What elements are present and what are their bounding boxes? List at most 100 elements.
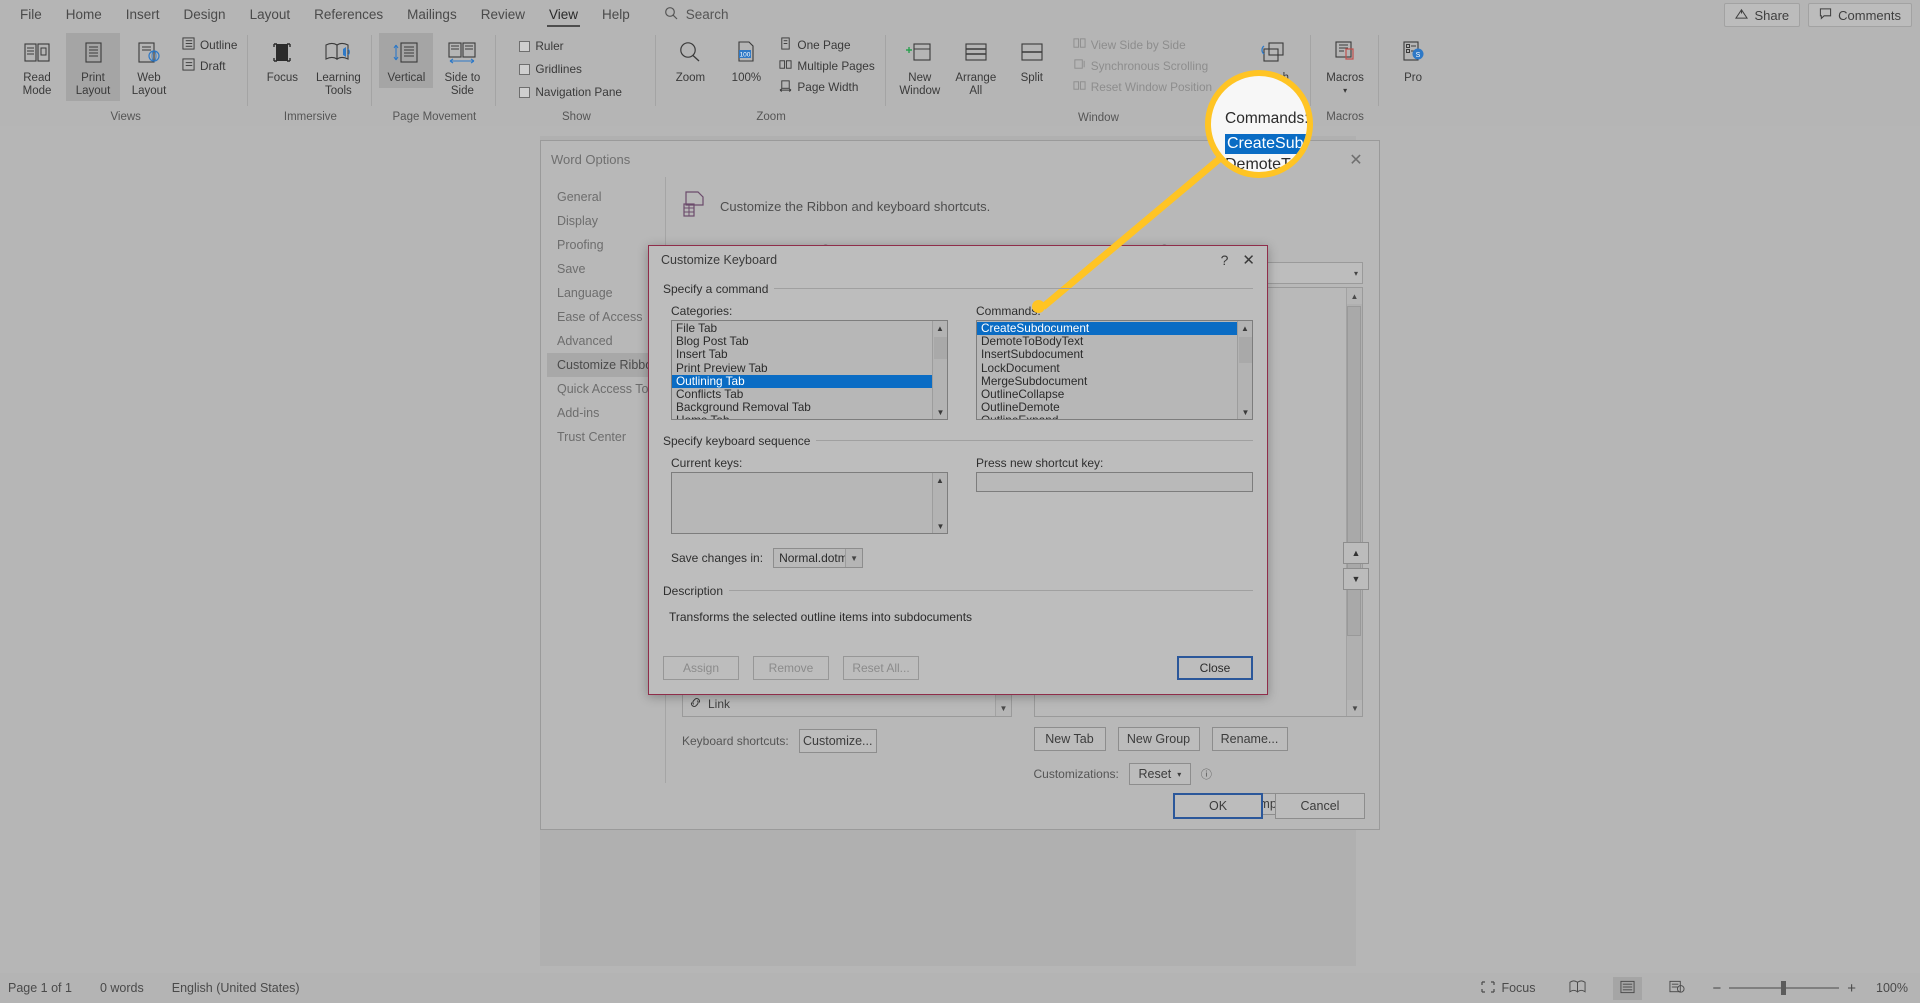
rename-button[interactable]: Rename... <box>1211 727 1288 751</box>
print-layout-button[interactable]: Print Layout <box>66 33 120 101</box>
focus-mode-button[interactable]: Focus <box>1474 978 1542 999</box>
info-icon[interactable]: ⓘ <box>1201 766 1212 782</box>
category-item[interactable]: Home Tab <box>672 414 932 419</box>
scroll-down-icon[interactable]: ▼ <box>933 519 948 533</box>
assign-button[interactable]: Assign <box>663 656 739 680</box>
ruler-checkbox[interactable]: Ruler <box>515 38 626 54</box>
scroll-up-icon[interactable]: ▲ <box>933 321 947 335</box>
navigation-pane-checkbox[interactable]: Navigation Pane <box>515 84 626 100</box>
scroll-down-icon[interactable]: ▼ <box>933 405 947 419</box>
move-up-button[interactable]: ▲ <box>1343 542 1369 564</box>
gridlines-checkbox[interactable]: Gridlines <box>515 61 626 77</box>
ok-button[interactable]: OK <box>1173 793 1263 819</box>
read-mode-view-button[interactable] <box>1562 977 1593 1000</box>
split-button[interactable]: Split <box>1005 33 1059 88</box>
reset-all-button[interactable]: Reset All... <box>843 656 919 680</box>
tab-insert[interactable]: Insert <box>114 3 172 26</box>
new-group-button[interactable]: New Group <box>1117 727 1200 751</box>
current-keys-listbox[interactable]: ▲ ▼ <box>671 472 948 534</box>
nav-item-display[interactable]: Display <box>547 209 665 233</box>
scroll-down-icon[interactable]: ▼ <box>995 700 1011 716</box>
category-item[interactable]: Print Preview Tab <box>672 361 932 375</box>
tab-mailings[interactable]: Mailings <box>395 3 469 26</box>
list-item[interactable]: Link <box>683 694 995 714</box>
side-to-side-button[interactable]: Side to Side <box>435 33 489 101</box>
scroll-up-icon[interactable]: ▲ <box>1238 321 1252 335</box>
word-count[interactable]: 0 words <box>100 981 144 995</box>
page-width-icon <box>779 79 792 95</box>
zoom-100-button[interactable]: 100 100% <box>719 33 773 88</box>
press-new-shortcut-input[interactable] <box>976 472 1253 492</box>
zoom-slider[interactable]: − + <box>1712 980 1856 997</box>
scrollbar-thumb[interactable] <box>1239 337 1252 363</box>
tree-scrollbar[interactable]: ▲ ▼ <box>1346 288 1363 716</box>
web-layout-view-button[interactable] <box>1662 977 1692 1000</box>
chevron-down-icon[interactable]: ▼ <box>845 549 863 567</box>
search-box[interactable]: Search <box>664 6 729 23</box>
view-side-by-side-icon <box>1073 37 1086 53</box>
close-button[interactable]: Close <box>1177 656 1253 680</box>
close-icon[interactable]: ✕ <box>1343 149 1369 171</box>
zoom-level[interactable]: 100% <box>1876 981 1908 995</box>
scroll-down-icon[interactable]: ▼ <box>1238 405 1252 419</box>
zoom-button[interactable]: Zoom <box>663 33 717 88</box>
new-tab-button[interactable]: New Tab <box>1033 727 1106 751</box>
categories-listbox[interactable]: File Tab Blog Post Tab Insert Tab Print … <box>671 320 948 420</box>
language-indicator[interactable]: English (United States) <box>172 981 300 995</box>
tab-layout[interactable]: Layout <box>238 3 303 26</box>
command-item[interactable]: InsertSubdocument <box>977 348 1237 361</box>
word-options-header: Customize the Ribbon and keyboard shortc… <box>682 191 1363 222</box>
share-button[interactable]: Share <box>1724 3 1801 27</box>
save-changes-select[interactable]: Normal.dotm ▼ <box>773 548 864 568</box>
customize-keyboard-button[interactable]: Customize... <box>798 729 877 753</box>
zoom-slider-knob[interactable] <box>1781 981 1787 995</box>
command-item[interactable]: OutlineExpand <box>977 414 1237 419</box>
move-down-button[interactable]: ▼ <box>1343 568 1369 590</box>
cancel-button[interactable]: Cancel <box>1275 793 1365 819</box>
commands-scrollbar[interactable]: ▲ ▼ <box>1237 321 1252 419</box>
print-layout-view-button[interactable] <box>1613 976 1643 1000</box>
zoom-in-icon[interactable]: + <box>1847 980 1856 997</box>
outline-button[interactable]: Outline <box>178 36 241 54</box>
page-count[interactable]: Page 1 of 1 <box>8 981 72 995</box>
scroll-up-icon[interactable]: ▲ <box>1347 288 1362 304</box>
tab-view[interactable]: View <box>537 3 590 27</box>
learning-tools-button[interactable]: Learning Tools <box>311 33 365 101</box>
macros-button[interactable]: Macros ▾ <box>1318 33 1372 99</box>
draft-button[interactable]: Draft <box>178 57 241 75</box>
nav-item-general[interactable]: General <box>547 185 665 209</box>
tab-design[interactable]: Design <box>172 3 238 26</box>
page-width-button[interactable]: Page Width <box>775 78 878 96</box>
scroll-down-icon[interactable]: ▼ <box>1347 700 1363 716</box>
arrange-all-button[interactable]: Arrange All <box>949 33 1003 101</box>
properties-button[interactable]: S Pro <box>1386 33 1440 88</box>
tab-help[interactable]: Help <box>590 3 642 26</box>
category-item[interactable]: Insert Tab <box>672 348 932 361</box>
tab-home[interactable]: Home <box>54 3 114 26</box>
tab-references[interactable]: References <box>302 3 395 26</box>
web-layout-button[interactable]: Web Layout <box>122 33 176 101</box>
tab-file[interactable]: File <box>8 3 54 26</box>
ribbon-group-show: Ruler Gridlines Navigation Pane Show <box>496 29 657 126</box>
new-window-button[interactable]: New Window <box>893 33 947 101</box>
current-keys-scrollbar[interactable]: ▲ ▼ <box>932 473 947 533</box>
vertical-button[interactable]: Vertical <box>379 33 434 88</box>
command-item[interactable]: LockDocument <box>977 361 1237 375</box>
read-mode-button[interactable]: Read Mode <box>10 33 64 101</box>
reset-button[interactable]: Reset ▾ <box>1128 763 1191 785</box>
scrollbar-thumb[interactable] <box>934 337 947 359</box>
scroll-up-icon[interactable]: ▲ <box>933 473 947 487</box>
help-icon[interactable]: ? <box>1221 252 1229 268</box>
multiple-pages-button[interactable]: Multiple Pages <box>775 57 878 75</box>
focus-button[interactable]: Focus <box>255 33 309 88</box>
close-icon[interactable]: ✕ <box>1242 251 1255 269</box>
comments-button[interactable]: Comments <box>1808 3 1912 27</box>
zoom-slider-track[interactable] <box>1729 981 1840 995</box>
categories-scrollbar[interactable]: ▲ ▼ <box>932 321 947 419</box>
one-page-button[interactable]: One Page <box>775 36 878 54</box>
description-text: Transforms the selected outline items in… <box>669 610 973 624</box>
remove-button[interactable]: Remove <box>753 656 829 680</box>
zoom-out-icon[interactable]: − <box>1712 980 1721 997</box>
commands-listbox[interactable]: CreateSubdocument DemoteToBodyText Inser… <box>976 320 1253 420</box>
tab-review[interactable]: Review <box>469 3 537 26</box>
